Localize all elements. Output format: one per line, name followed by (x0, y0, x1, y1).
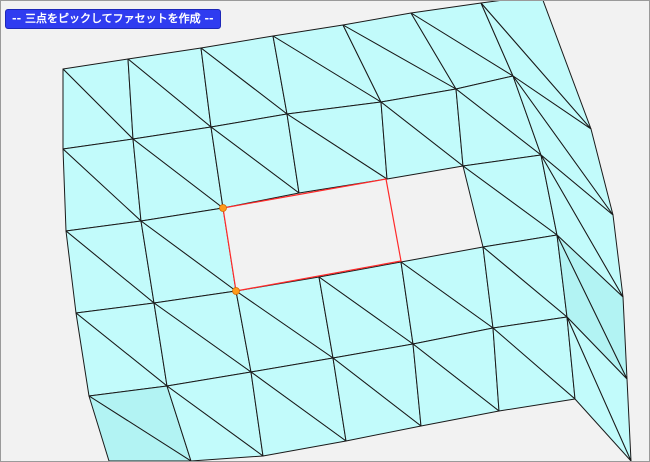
command-prompt: -- 三点をピックしてファセットを作成 -- (5, 9, 221, 29)
picked-vertex[interactable] (219, 204, 227, 212)
picked-vertex[interactable] (232, 287, 240, 295)
3d-viewport[interactable]: -- 三点をピックしてファセットを作成 -- (0, 0, 650, 462)
facet-mesh[interactable] (1, 1, 649, 461)
